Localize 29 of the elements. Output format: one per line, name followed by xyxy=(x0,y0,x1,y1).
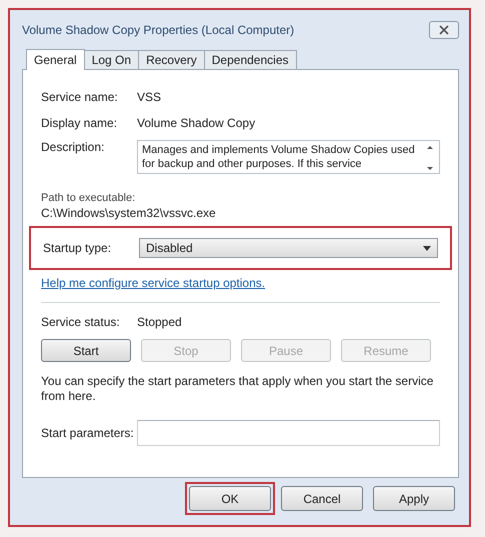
close-icon xyxy=(438,25,450,35)
field-label: Service name: xyxy=(41,90,119,104)
help-link[interactable]: Help me configure service startup options. xyxy=(41,276,266,290)
tab[interactable]: Log On xyxy=(84,50,140,69)
field-label: Service status: xyxy=(41,315,121,329)
service-button[interactable]: Start xyxy=(41,339,131,362)
start-parameters-field[interactable] xyxy=(137,420,440,446)
tab[interactable]: Recovery xyxy=(138,50,205,69)
field-label: Description: xyxy=(41,140,106,154)
field-label: Path to executable: xyxy=(41,192,136,204)
field-label: Startup type: xyxy=(43,241,112,255)
tab[interactable]: Dependencies xyxy=(204,50,296,69)
tab[interactable]: General xyxy=(26,49,85,70)
dialog-button[interactable]: Cancel xyxy=(281,486,363,511)
field-label: Display name: xyxy=(41,116,118,130)
scroll-arrows-icon xyxy=(425,143,435,173)
field-value: VSS xyxy=(137,90,162,104)
dialog-button[interactable]: Apply xyxy=(373,486,455,511)
window-title: Volume Shadow Copy Properties (Local Computer) xyxy=(22,23,294,37)
caret-icon xyxy=(423,246,431,250)
field-value: Stopped xyxy=(137,315,182,329)
field-label: Start parameters: xyxy=(41,426,135,440)
description-box: Manages and implements Volume Shadow Copies used for backup and other purposes. If this service xyxy=(137,140,440,174)
path-value: C:\Windows\system32\vssvc.exe xyxy=(41,206,217,220)
dialog-button[interactable]: OK xyxy=(189,486,271,511)
field-value: Volume Shadow Copy xyxy=(137,116,256,130)
startup-type-dropdown[interactable]: Disabled xyxy=(139,238,438,258)
hint-text: You can specify the start parameters that apply when you start the service from here. xyxy=(41,374,434,404)
close-button[interactable] xyxy=(429,21,459,39)
